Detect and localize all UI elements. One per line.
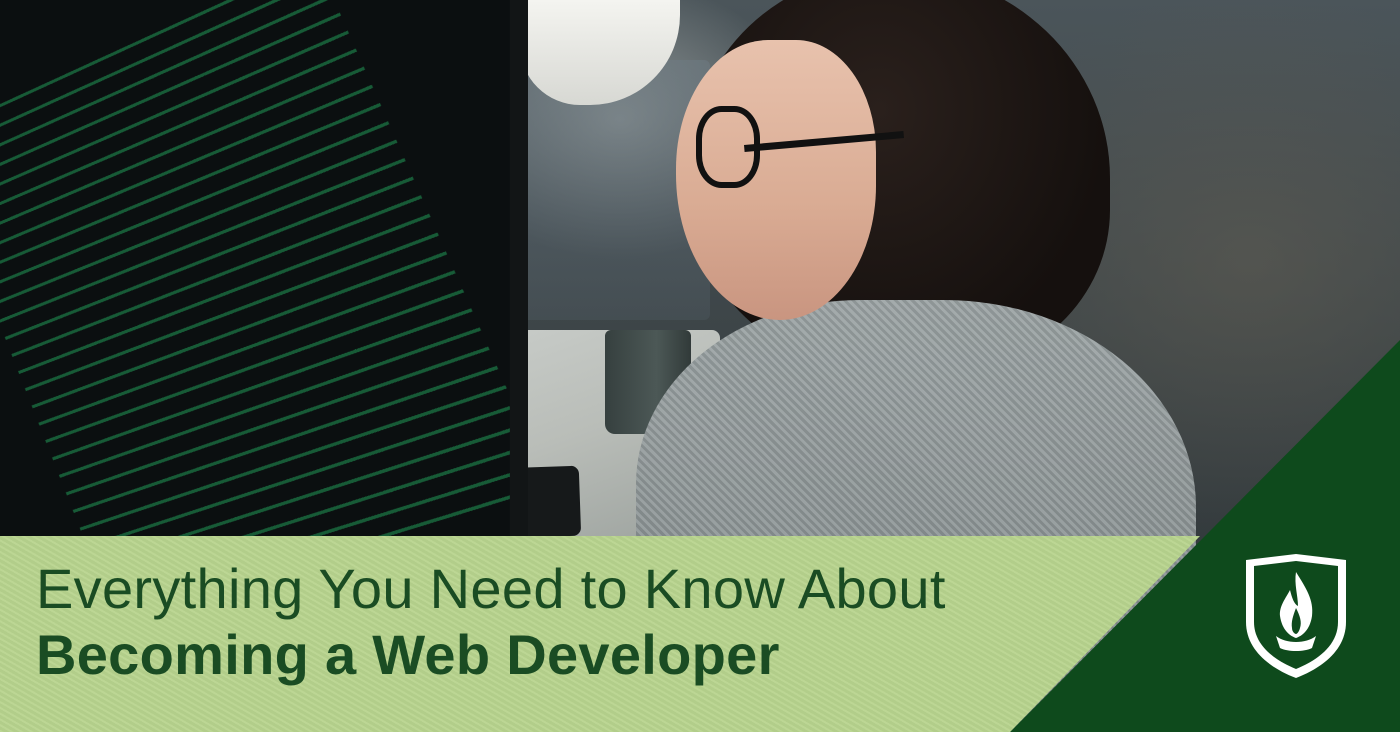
headline-line-2: Becoming a Web Developer (36, 623, 780, 686)
hero-banner: Everything You Need to Know About Becomi… (0, 0, 1400, 732)
flame-shield-icon (1246, 554, 1346, 678)
headline-line-1: Everything You Need to Know About (36, 557, 946, 620)
headline: Everything You Need to Know About Becomi… (36, 556, 1036, 688)
code-on-screen (0, 0, 528, 624)
computer-monitor (0, 0, 528, 626)
